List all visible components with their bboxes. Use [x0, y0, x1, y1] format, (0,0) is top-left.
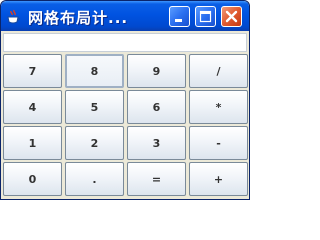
key-6[interactable]: 6	[127, 90, 186, 124]
calculator-window: 网格布局计... 7 8 9 / 4 5 6 * 1 2 3 - 0 . = +	[0, 0, 250, 200]
close-button[interactable]	[221, 6, 242, 27]
key-divide[interactable]: /	[189, 54, 248, 88]
key-9[interactable]: 9	[127, 54, 186, 88]
title-bar[interactable]: 网格布局计...	[1, 1, 249, 31]
key-1[interactable]: 1	[3, 126, 62, 160]
window-title: 网格布局计...	[28, 9, 129, 27]
maximize-icon	[199, 10, 212, 23]
keypad-grid: 7 8 9 / 4 5 6 * 1 2 3 - 0 . = +	[3, 54, 248, 198]
display-field[interactable]	[3, 33, 247, 52]
close-icon	[225, 10, 238, 23]
key-add[interactable]: +	[189, 162, 248, 196]
key-5[interactable]: 5	[65, 90, 124, 124]
key-subtract[interactable]: -	[189, 126, 248, 160]
key-2[interactable]: 2	[65, 126, 124, 160]
key-3[interactable]: 3	[127, 126, 186, 160]
key-0[interactable]: 0	[3, 162, 62, 196]
key-equals[interactable]: =	[127, 162, 186, 196]
minimize-icon	[175, 19, 182, 22]
content-pane: 7 8 9 / 4 5 6 * 1 2 3 - 0 . = +	[1, 31, 249, 199]
minimize-button[interactable]	[169, 6, 190, 27]
key-multiply[interactable]: *	[189, 90, 248, 124]
key-7[interactable]: 7	[3, 54, 62, 88]
maximize-button[interactable]	[195, 6, 216, 27]
java-cup-icon[interactable]	[6, 9, 22, 25]
key-decimal[interactable]: .	[65, 162, 124, 196]
key-8[interactable]: 8	[65, 54, 124, 88]
key-4[interactable]: 4	[3, 90, 62, 124]
